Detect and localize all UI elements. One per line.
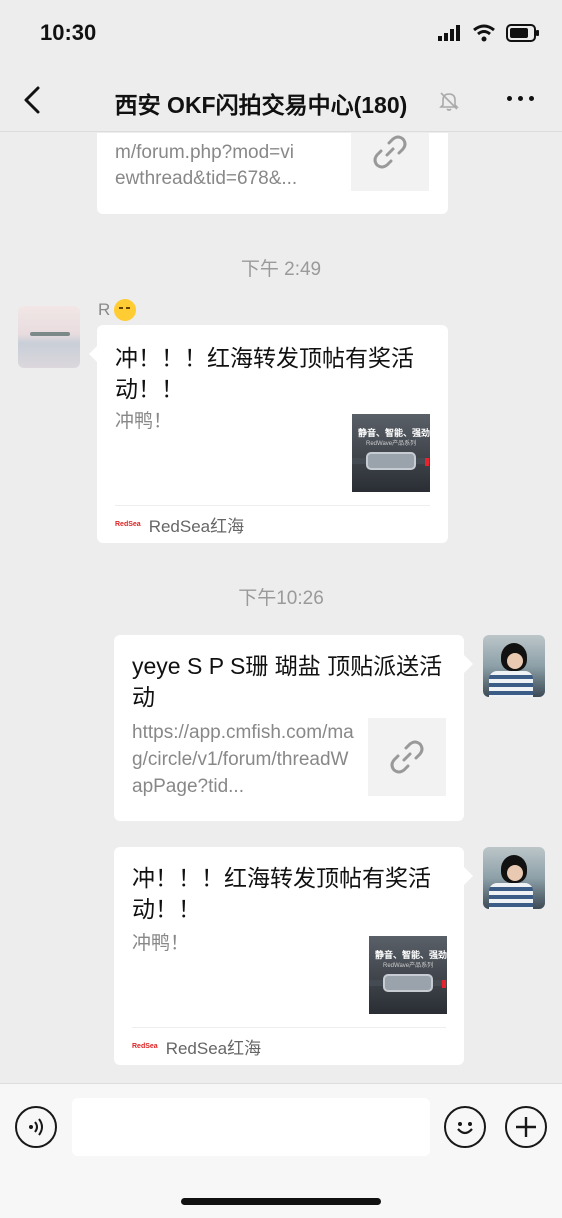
status-time: 10:30 bbox=[40, 20, 97, 45]
plus-button[interactable] bbox=[505, 1106, 547, 1148]
wifi-icon bbox=[473, 24, 495, 42]
redsea-logo-icon: RedSea bbox=[132, 1043, 158, 1050]
chat-title: 西安 OKF闪拍交易中心(180) bbox=[114, 92, 408, 118]
more-options-icon[interactable] bbox=[507, 96, 534, 101]
article-card[interactable]: 冲！！！红海转发顶帖有奖活动！！ 冲鸭！ 静音、智能、强劲 RedWave产品系… bbox=[97, 325, 448, 543]
redsea-logo-icon: RedSea bbox=[115, 521, 141, 528]
plus-icon bbox=[516, 1117, 536, 1137]
chat-messages: m/forum.php?mod=vi ewthread&tid=678&... … bbox=[0, 133, 562, 1083]
link-thumb bbox=[368, 718, 446, 796]
my-avatar[interactable] bbox=[483, 635, 545, 697]
sender-avatar[interactable] bbox=[18, 306, 80, 368]
article-card[interactable]: 冲！！！红海转发顶帖有奖活动！！ 冲鸭！ 静音、智能、强劲 RedWave产品系… bbox=[114, 847, 464, 1065]
link-card-partial[interactable]: m/forum.php?mod=vi ewthread&tid=678&... bbox=[97, 133, 448, 214]
article-desc: 冲鸭！ bbox=[115, 411, 173, 432]
article-thumbnail: 静音、智能、强劲 RedWave产品系列 bbox=[369, 936, 447, 1014]
article-source: RedSea RedSea红海 bbox=[115, 505, 430, 543]
article-source: RedSea RedSea红海 bbox=[132, 1027, 446, 1065]
link-title: yeye S P S珊 瑚盐 顶贴派送活动 bbox=[132, 653, 443, 710]
signal-icon bbox=[438, 25, 460, 41]
link-icon bbox=[373, 135, 407, 169]
status-bar: 10:30 bbox=[0, 0, 562, 68]
voice-input-button[interactable] bbox=[15, 1106, 57, 1148]
emoji-button[interactable] bbox=[444, 1106, 486, 1148]
article-thumbnail: 静音、智能、强劲 RedWave产品系列 bbox=[352, 414, 430, 492]
smirk-emoji-icon bbox=[114, 299, 137, 321]
link-icon bbox=[390, 740, 424, 774]
link-desc: https://app.cmfish.com/mag/circle/v1/for… bbox=[132, 722, 354, 797]
article-title: 冲！！！红海转发顶帖有奖活动！！ bbox=[115, 345, 414, 402]
timestamp: 下午 2:49 bbox=[240, 259, 322, 280]
status-icons bbox=[438, 24, 540, 42]
nav-bar: 西安 OKF闪拍交易中心(180) bbox=[0, 68, 562, 132]
bubble-tail bbox=[464, 867, 473, 885]
sender-name: R bbox=[98, 299, 137, 321]
home-indicator[interactable] bbox=[181, 1198, 381, 1205]
bubble-tail bbox=[464, 655, 473, 673]
back-arrow-icon[interactable] bbox=[18, 84, 48, 116]
my-avatar[interactable] bbox=[483, 847, 545, 909]
link-thumb bbox=[351, 133, 429, 191]
battery-icon bbox=[506, 24, 539, 42]
link-desc-line: m/forum.php?mod=vi bbox=[115, 142, 294, 163]
message-input[interactable] bbox=[72, 1098, 430, 1156]
smiley-icon bbox=[457, 1122, 473, 1135]
timestamp: 下午10:26 bbox=[238, 588, 324, 609]
article-title: 冲！！！红海转发顶帖有奖活动！！ bbox=[132, 865, 431, 922]
article-desc: 冲鸭！ bbox=[132, 933, 190, 954]
mute-bell-icon bbox=[439, 92, 459, 111]
link-card[interactable]: yeye S P S珊 瑚盐 顶贴派送活动 https://app.cmfish… bbox=[114, 635, 464, 821]
voice-icon bbox=[29, 1118, 43, 1136]
link-desc-line: ewthread&tid=678&... bbox=[115, 168, 298, 189]
